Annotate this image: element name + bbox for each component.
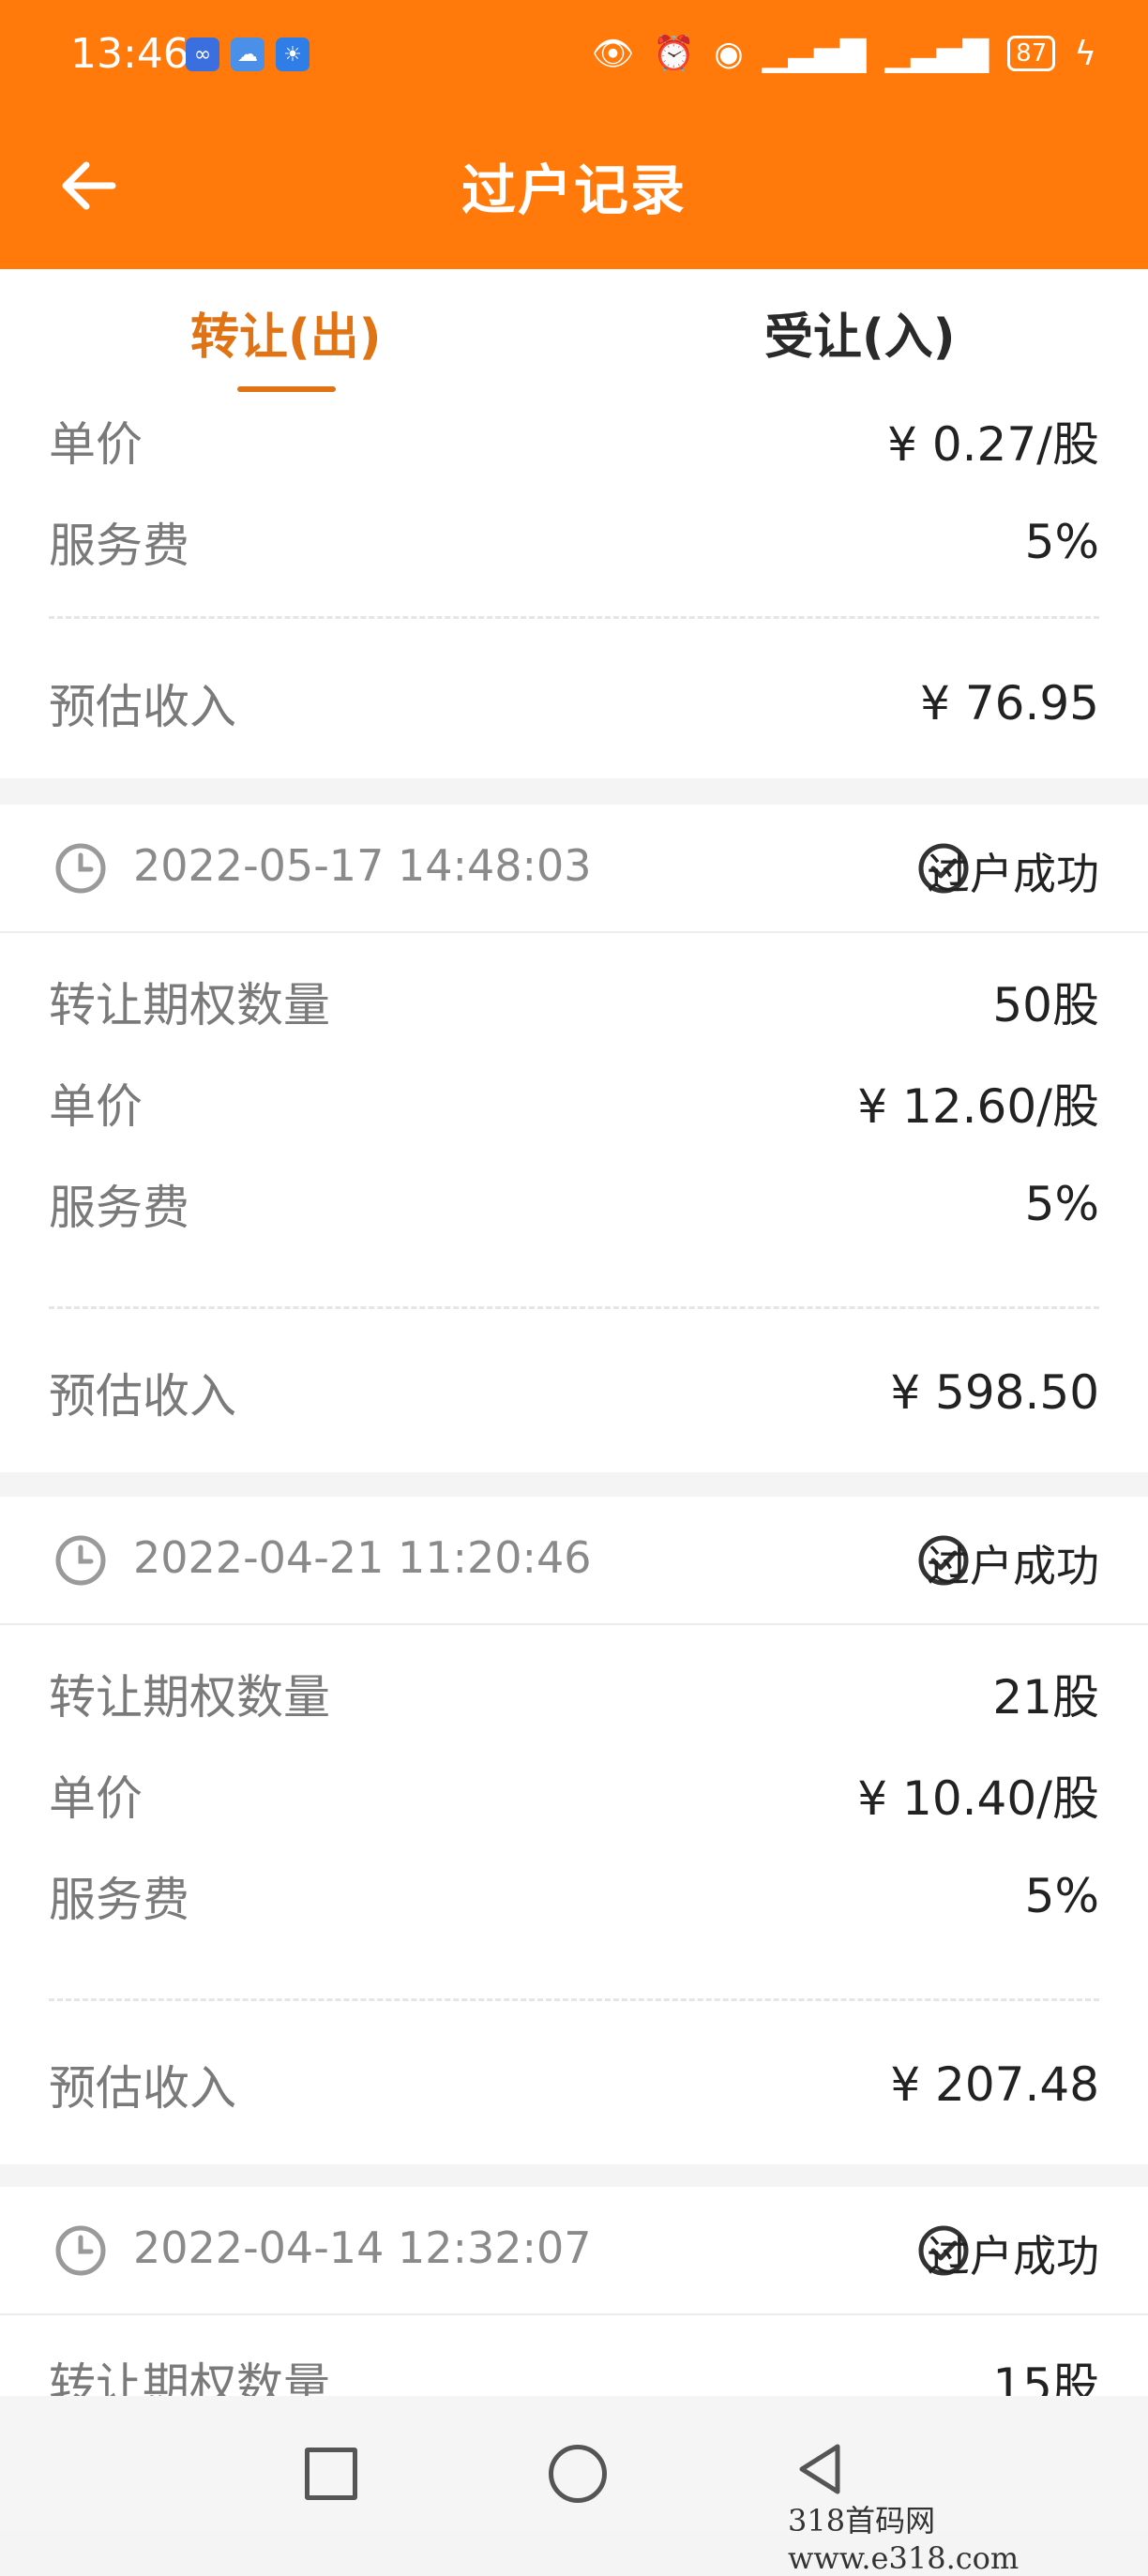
watermark: 318首码网 www.e318.com: [788, 2503, 1020, 2576]
income-value: ¥ 207.48: [890, 2057, 1099, 2112]
service-fee-row: 服务费 5%: [49, 1859, 1099, 1934]
quantity-label: 转让期权数量: [49, 1670, 330, 1725]
tab-transfer-out[interactable]: 转让(出): [190, 297, 382, 368]
quantity-label: 转让期权数量: [49, 978, 330, 1032]
app-header: 13:46 ∞ ☁ ☀ 👁 ⏰ ◉ ▁▃▅▇ ▁▃▅▇ 87 ϟ 过户记录: [0, 0, 1148, 269]
unit-price-value: ¥ 10.40/股: [857, 1771, 1099, 1826]
weather-icon: ☀: [276, 38, 310, 71]
service-fee-value: 5%: [1024, 1869, 1099, 1923]
quantity-row: 转让期权数量 15股: [49, 2344, 1099, 2396]
income-label: 预估收入: [49, 1369, 236, 1424]
quantity-row: 转让期权数量 21股: [49, 1656, 1099, 1731]
battery-indicator: 87: [1007, 36, 1056, 71]
record-header: 2022-05-17 14:48:03 过户成功: [0, 805, 1148, 933]
quantity-label: 转让期权数量: [49, 2358, 330, 2396]
page-title: 过户记录: [461, 158, 687, 222]
tab-bar: 转让(出) 受让(入): [0, 269, 1148, 394]
record-datetime: 2022-05-17 14:48:03: [133, 840, 592, 891]
app-notification-icon: ∞: [186, 38, 219, 71]
service-fee-row: 服务费 5%: [49, 1167, 1099, 1242]
tab-transfer-in[interactable]: 受让(入): [764, 297, 956, 368]
home-button[interactable]: [549, 2445, 607, 2503]
service-fee-row: 服务费 5%: [49, 505, 1099, 580]
divider: [49, 1306, 1099, 1309]
unit-price-row: 单价 ¥ 10.40/股: [49, 1757, 1099, 1832]
service-fee-label: 服务费: [49, 1873, 189, 1927]
status-time: 13:46: [70, 30, 189, 78]
active-tab-indicator: [237, 386, 336, 392]
income-row: 预估收入 ¥ 598.50: [49, 1355, 1099, 1430]
record-card: 2022-04-14 12:32:07 过户成功 转让期权数量 15股: [0, 2187, 1148, 2396]
divider: [49, 616, 1099, 619]
charging-icon: ϟ: [1074, 34, 1096, 73]
service-fee-value: 5%: [1024, 515, 1099, 569]
clock-icon: [55, 2225, 106, 2276]
unit-price-label: 单价: [49, 1079, 143, 1134]
clock-icon: [55, 1535, 106, 1586]
income-label: 预估收入: [49, 2061, 236, 2116]
income-row: 预估收入 ¥ 207.48: [49, 2047, 1099, 2122]
unit-price-label: 单价: [49, 417, 143, 472]
unit-price-value: ¥ 12.60/股: [857, 1079, 1099, 1134]
record-datetime: 2022-04-21 11:20:46: [133, 1532, 592, 1583]
unit-price-label: 单价: [49, 1771, 143, 1826]
notification-icons: ∞ ☁ ☀: [186, 38, 310, 71]
system-icons: 👁 ⏰ ◉ ▁▃▅▇ ▁▃▅▇ 87 ϟ: [591, 34, 1096, 74]
cloud-icon: ☁: [231, 38, 264, 71]
record-card: 2022-04-21 11:20:46 过户成功 转让期权数量 21股 单价 ¥…: [0, 1497, 1148, 2164]
record-card: 2022-05-17 14:48:03 过户成功 转让期权数量 50股 单价 ¥…: [0, 805, 1148, 1472]
back-triangle-icon[interactable]: [793, 2441, 849, 2497]
income-value: ¥ 598.50: [890, 1365, 1099, 1420]
status-bar: 13:46 ∞ ☁ ☀ 👁 ⏰ ◉ ▁▃▅▇ ▁▃▅▇ 87 ϟ: [0, 0, 1148, 111]
service-fee-value: 5%: [1024, 1177, 1099, 1231]
record-header: 2022-04-14 12:32:07 过户成功: [0, 2187, 1148, 2315]
unit-price-row: 单价 ¥ 12.60/股: [49, 1065, 1099, 1140]
quantity-value: 15股: [992, 2358, 1099, 2396]
alarm-icon: ⏰: [653, 35, 696, 73]
record-status: 过户成功: [927, 1541, 1099, 1591]
clock-icon: [55, 843, 106, 894]
record-datetime: 2022-04-14 12:32:07: [133, 2222, 592, 2273]
signal-icon-2: ▁▃▅▇: [884, 34, 989, 73]
quantity-value: 50股: [992, 978, 1099, 1032]
unit-price-row: 单价 ¥ 0.27/股: [49, 403, 1099, 478]
divider: [49, 1998, 1099, 2001]
record-status: 过户成功: [927, 849, 1099, 899]
income-value: ¥ 76.95: [920, 676, 1099, 731]
income-label: 预估收入: [49, 680, 236, 734]
service-fee-label: 服务费: [49, 519, 189, 573]
recent-apps-button[interactable]: [305, 2448, 357, 2500]
signal-icon: ▁▃▅▇: [762, 34, 867, 73]
record-header: 2022-04-21 11:20:46 过户成功: [0, 1497, 1148, 1625]
unit-price-value: ¥ 0.27/股: [887, 417, 1099, 472]
service-fee-label: 服务费: [49, 1181, 189, 1235]
quantity-row: 转让期权数量 50股: [49, 964, 1099, 1039]
record-card-partial: 单价 ¥ 0.27/股 服务费 5% 预估收入 ¥ 76.95: [0, 394, 1148, 778]
income-row: 预估收入 ¥ 76.95: [49, 666, 1099, 741]
hotspot-icon: ◉: [714, 34, 744, 73]
record-status: 过户成功: [927, 2231, 1099, 2282]
nav-bar: 过户记录: [0, 111, 1148, 269]
quantity-value: 21股: [992, 1670, 1099, 1725]
eye-icon: 👁: [591, 35, 635, 73]
